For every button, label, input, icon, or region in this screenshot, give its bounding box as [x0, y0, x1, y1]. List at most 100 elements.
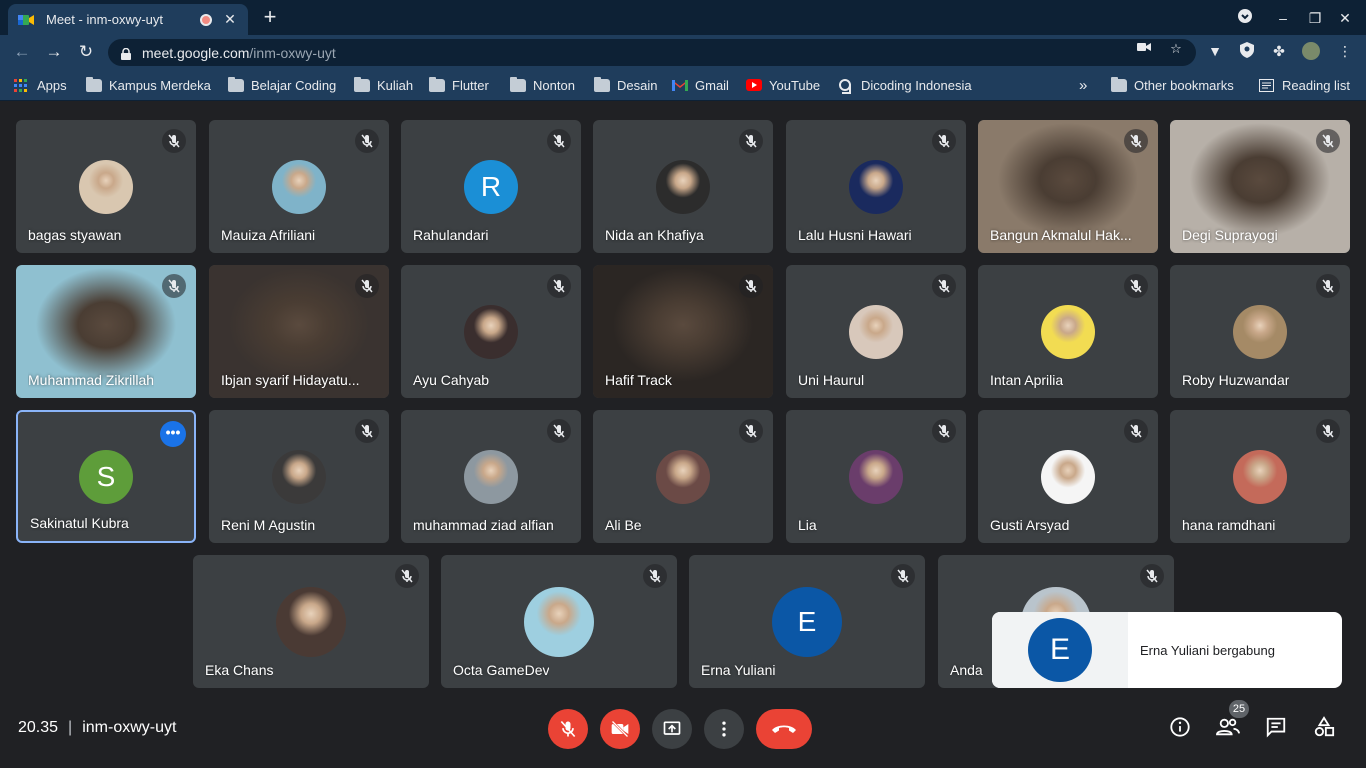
participant-tile[interactable]: Muhammad Zikrillah	[16, 265, 196, 398]
participant-tile[interactable]: Lalu Husni Hawari	[786, 120, 966, 253]
participant-tile[interactable]: Ibjan syarif Hidayatu...	[209, 265, 389, 398]
new-tab-button[interactable]: +	[258, 6, 282, 30]
muted-mic-icon	[355, 419, 379, 443]
bookmark-gmail[interactable]: Gmail	[672, 76, 729, 94]
meeting-info: 20.35 | inm-oxwy-uyt	[18, 719, 176, 737]
mic-off-button[interactable]	[548, 709, 588, 749]
muted-mic-icon	[162, 274, 186, 298]
participant-name: Intan Aprilia	[990, 372, 1064, 388]
participant-tile[interactable]: Ayu Cahyab	[401, 265, 581, 398]
participant-tile[interactable]: Roby Huzwandar	[1170, 265, 1350, 398]
participant-tile[interactable]: Lia	[786, 410, 966, 543]
participant-tile[interactable]: R Rahulandari	[401, 120, 581, 253]
back-icon[interactable]: ←	[12, 42, 32, 62]
activities-button[interactable]	[1311, 714, 1337, 740]
extension-shield-icon[interactable]	[1238, 42, 1256, 60]
extensions-puzzle-icon[interactable]: ✤	[1270, 42, 1288, 60]
bookmark-kuliah[interactable]: Kuliah	[354, 76, 413, 94]
dicoding-icon	[838, 78, 854, 94]
participant-tile[interactable]: Hafif Track	[593, 265, 773, 398]
youtube-icon	[746, 78, 762, 92]
participant-avatar	[464, 304, 518, 359]
close-window-icon[interactable]: ✕	[1335, 8, 1355, 28]
participant-tile[interactable]: Intan Aprilia	[978, 265, 1158, 398]
bookmark-youtube[interactable]: YouTube	[746, 76, 820, 94]
participant-tile[interactable]: muhammad ziad alfian	[401, 410, 581, 543]
muted-mic-icon	[1316, 129, 1340, 153]
camera-in-use-icon[interactable]	[1136, 41, 1152, 57]
participant-tile[interactable]: Eka Chans	[193, 555, 429, 688]
participant-name: Hafif Track	[605, 372, 672, 388]
restore-icon[interactable]: ❐	[1305, 8, 1325, 28]
folder-icon	[429, 76, 445, 92]
participant-tile[interactable]: Mauiza Afriliani	[209, 120, 389, 253]
participant-tile[interactable]: Uni Haurul	[786, 265, 966, 398]
participant-name: Gusti Arsyad	[990, 517, 1070, 533]
bookmark-belajar-coding[interactable]: Belajar Coding	[228, 76, 336, 94]
address-bar[interactable]: meet.google.com/inm-oxwy-uyt	[108, 39, 1196, 66]
participant-tile[interactable]: Ali Be	[593, 410, 773, 543]
tile-more-options-icon[interactable]: •••	[160, 421, 186, 447]
present-screen-button[interactable]	[652, 709, 692, 749]
muted-mic-icon	[891, 564, 915, 588]
meeting-controls-bar: 20.35 | inm-oxwy-uyt	[0, 700, 1366, 768]
people-icon	[1216, 718, 1240, 736]
muted-mic-icon	[739, 419, 763, 443]
muted-mic-icon	[355, 274, 379, 298]
participant-name: Mauiza Afriliani	[221, 227, 316, 243]
meeting-time: 20.35	[18, 719, 59, 736]
bookmark-dicoding[interactable]: Dicoding Indonesia	[838, 76, 972, 94]
muted-mic-icon	[547, 274, 571, 298]
profile-avatar[interactable]	[1302, 42, 1320, 60]
participant-avatar	[849, 449, 903, 504]
participant-avatar: S	[79, 449, 133, 504]
chat-button[interactable]	[1263, 714, 1289, 740]
participant-avatar	[272, 159, 326, 214]
browser-menu-icon[interactable]: ⋮	[1336, 42, 1354, 60]
participant-name: Octa GameDev	[453, 662, 550, 678]
reading-list[interactable]: Reading list	[1259, 76, 1350, 94]
reload-icon[interactable]: ↻	[76, 42, 96, 62]
participant-tile[interactable]: Bangun Akmalul Hak...	[978, 120, 1158, 253]
browser-tab[interactable]: Meet - inm-oxwy-uyt ✕	[8, 4, 248, 35]
meeting-details-button[interactable]	[1167, 714, 1193, 740]
leave-call-button[interactable]	[756, 709, 812, 749]
bookmark-apps[interactable]: Apps	[14, 76, 67, 94]
tab-search-icon[interactable]	[1235, 8, 1255, 28]
forward-icon[interactable]: →	[44, 42, 64, 62]
bookmark-star-icon[interactable]: ☆	[1168, 41, 1184, 57]
bookmark-desain[interactable]: Desain	[594, 76, 657, 94]
toast-message: Erna Yuliani bergabung	[1140, 642, 1275, 658]
participant-tile[interactable]: Octa GameDev	[441, 555, 677, 688]
minimize-icon[interactable]: –	[1273, 8, 1293, 28]
participant-avatar	[656, 159, 710, 214]
participant-name: Degi Suprayogi	[1182, 227, 1278, 243]
participant-avatar	[1041, 304, 1095, 359]
participant-name: Ali Be	[605, 517, 642, 533]
muted-mic-icon	[643, 564, 667, 588]
participant-tile[interactable]: S ••• Sakinatul Kubra	[16, 410, 196, 543]
bookmarks-overflow-button[interactable]: »	[1079, 76, 1087, 94]
participant-name: Uni Haurul	[798, 372, 865, 388]
muted-mic-icon	[739, 274, 763, 298]
muted-mic-icon	[1124, 274, 1148, 298]
participant-tile[interactable]: Reni M Agustin	[209, 410, 389, 543]
participant-tile[interactable]: Gusti Arsyad	[978, 410, 1158, 543]
bookmark-nonton[interactable]: Nonton	[510, 76, 575, 94]
bookmark-flutter[interactable]: Flutter	[429, 76, 489, 94]
participant-tile[interactable]: Nida an Khafiya	[593, 120, 773, 253]
camera-off-button[interactable]	[600, 709, 640, 749]
bookmark-label: Kuliah	[377, 77, 414, 93]
other-bookmarks[interactable]: Other bookmarks	[1111, 76, 1234, 94]
muted-mic-icon	[932, 129, 956, 153]
extension-v-icon[interactable]: ▼	[1206, 42, 1224, 60]
more-options-button[interactable]	[704, 709, 744, 749]
bookmark-kampus-merdeka[interactable]: Kampus Merdeka	[86, 76, 211, 94]
more-vert-icon	[722, 721, 726, 737]
participant-tile[interactable]: Degi Suprayogi	[1170, 120, 1350, 253]
participant-tile[interactable]: E Erna Yuliani	[689, 555, 925, 688]
participant-tile[interactable]: hana ramdhani	[1170, 410, 1350, 543]
close-tab-icon[interactable]: ✕	[222, 11, 238, 28]
bookmark-label: YouTube	[769, 77, 821, 93]
participant-tile[interactable]: bagas styawan	[16, 120, 196, 253]
